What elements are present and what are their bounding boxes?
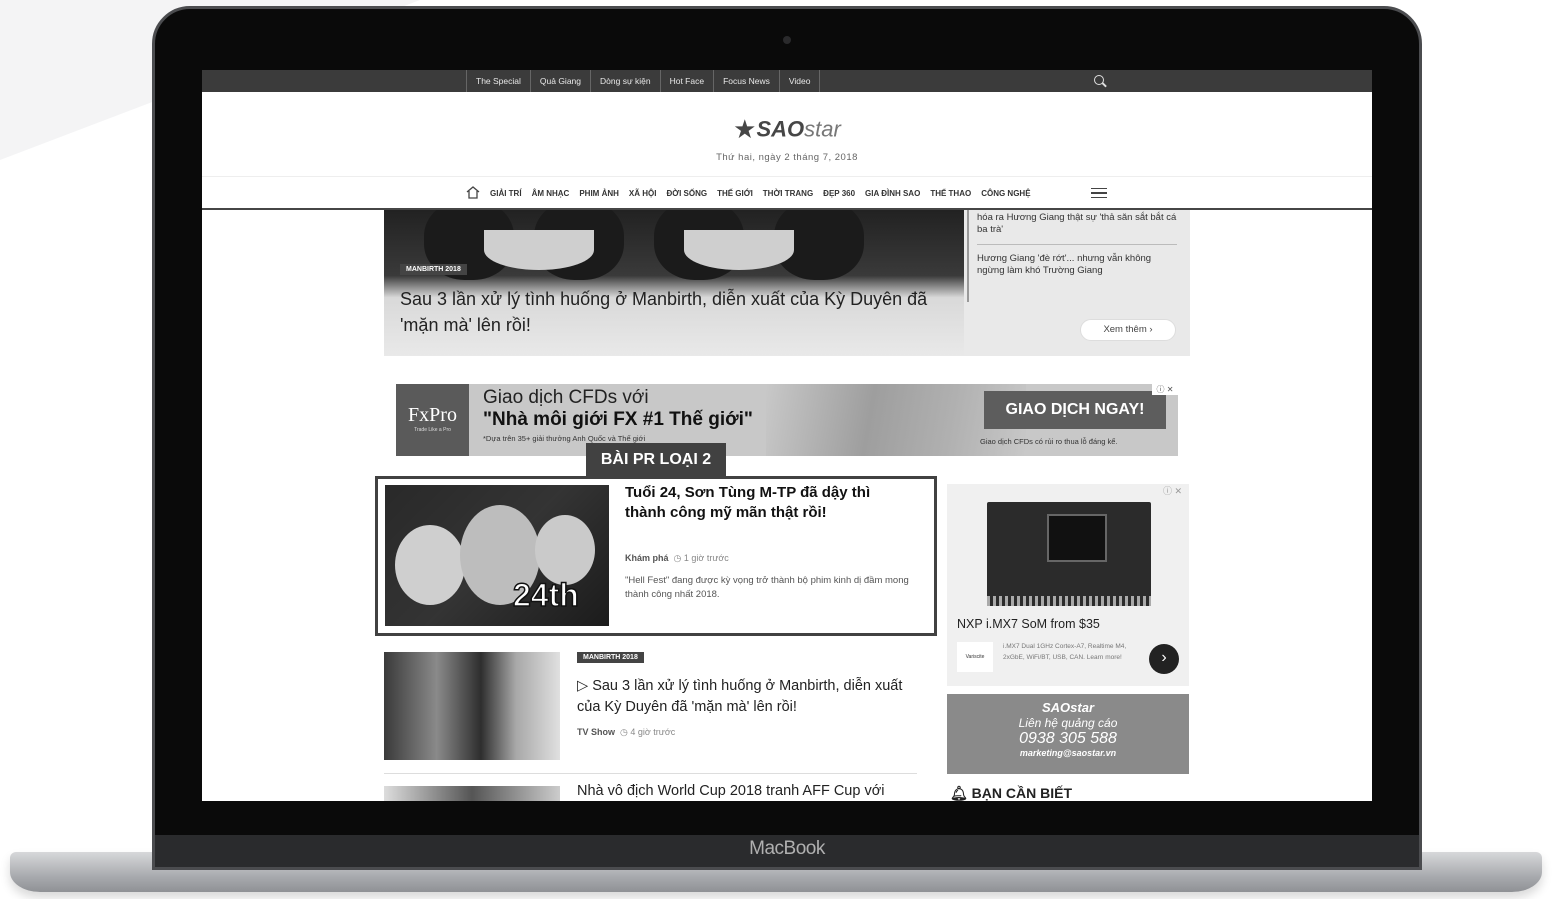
article-meta: TV Show ◷ 4 giờ trước	[577, 727, 675, 738]
logo-sao-text: SAO	[756, 116, 805, 142]
nav-cong-nghe[interactable]: CÔNG NGHỆ	[981, 189, 1030, 198]
topnav-hot-face[interactable]: Hot Face	[661, 70, 715, 92]
pr-type-label: BÀI PR LOẠI 2	[586, 443, 726, 477]
top-nav: The Special Quả Giang Dòng sự kiện Hot F…	[466, 70, 821, 92]
topnav-video[interactable]: Video	[780, 70, 821, 92]
logo-star-text: star	[804, 116, 841, 142]
nav-the-gioi[interactable]: THẾ GIỚI	[717, 189, 753, 198]
related-item[interactable]: hóa ra Hương Giang thật sự 'thả săn sắt …	[977, 212, 1177, 236]
ad-product-image	[987, 502, 1151, 606]
sidebar-ad-logo: Variscite	[957, 642, 993, 672]
current-date: Thứ hai, ngày 2 tháng 7, 2018	[716, 152, 858, 163]
advertising-contact-box[interactable]: SAOstar Liên hệ quảng cáo 0938 305 588 m…	[947, 694, 1189, 774]
article-category[interactable]: TV Show	[577, 727, 615, 737]
contact-phone: 0938 305 588	[1019, 730, 1117, 747]
chevron-right-icon[interactable]: ›	[1149, 644, 1179, 674]
see-more-button[interactable]: Xem thêm ›	[1080, 319, 1176, 341]
sidebar-ad-title[interactable]: NXP i.MX7 SoM from $35	[957, 617, 1100, 631]
article-time: 4 giờ trước	[630, 727, 676, 737]
nav-giai-tri[interactable]: GIẢI TRÍ	[490, 189, 522, 198]
topnav-focus-news[interactable]: Focus News	[714, 70, 780, 92]
star-icon: ★	[733, 114, 757, 144]
nav-doi-song[interactable]: ĐỜI SỐNG	[666, 189, 707, 198]
nav-am-nhac[interactable]: ÂM NHẠC	[532, 189, 570, 198]
nav-the-thao[interactable]: THỂ THAO	[930, 189, 971, 198]
chip-graphic	[1047, 514, 1107, 562]
top-bar: The Special Quả Giang Dòng sự kiện Hot F…	[202, 70, 1372, 92]
site-logo[interactable]: ★SAOstar	[202, 114, 1372, 145]
pins-graphic	[987, 596, 1151, 606]
article-image[interactable]	[384, 652, 560, 760]
search-icon[interactable]	[1094, 75, 1104, 85]
topnav-qua-giang[interactable]: Quả Giang	[531, 70, 592, 92]
bell-icon: 🔔︎	[950, 785, 972, 801]
pr-highlight-frame	[375, 476, 937, 636]
main-nav: GIẢI TRÍ ÂM NHẠC PHIM ẢNH XÃ HỘI ĐỜI SỐN…	[202, 176, 1372, 210]
divider	[384, 773, 917, 774]
clock-icon: ◷	[620, 727, 628, 737]
nav-thoi-trang[interactable]: THỜI TRANG	[763, 189, 813, 198]
ad-brand-logo: FxPro Trade Like a Pro	[396, 384, 469, 456]
main-nav-items: GIẢI TRÍ ÂM NHẠC PHIM ẢNH XÃ HỘI ĐỜI SỐN…	[490, 177, 1041, 209]
banner-ad[interactable]: FxPro Trade Like a Pro Giao dịch CFDs vớ…	[396, 384, 1178, 456]
hero-related-list: hóa ra Hương Giang thật sự 'thả săn sắt …	[967, 210, 1177, 302]
divider	[977, 244, 1177, 245]
ad-headline-bold: "Nhà môi giới FX #1 Thế giới"	[483, 409, 753, 430]
contact-email: marketing@saostar.vn	[1019, 748, 1117, 758]
menu-icon[interactable]	[1091, 188, 1107, 198]
article-title[interactable]: ▷ Sau 3 lần xử lý tình huống ở Manbirth,…	[577, 676, 917, 718]
contact-logo: SAOstar	[1041, 700, 1095, 715]
sidebar-ad[interactable]: ⓘ ✕ NXP i.MX7 SoM from $35 Variscite i.M…	[947, 484, 1189, 686]
hero-bowl	[684, 230, 794, 270]
ad-disclaimer: Giao dịch CFDs có rủi ro thua lỗ đáng kể…	[980, 437, 1118, 446]
ad-cta-button[interactable]: GIAO DỊCH NGAY!	[984, 391, 1166, 429]
ad-brand-tagline: Trade Like a Pro	[414, 427, 451, 433]
video-icon: ▷	[577, 678, 593, 694]
sidebar-heading: 🔔︎ BẠN CẦN BIẾT	[950, 785, 1072, 801]
nav-dep-360[interactable]: ĐẸP 360	[823, 189, 855, 198]
hero-article[interactable]: MANBIRTH 2018 Sau 3 lần xử lý tình huống…	[384, 210, 1190, 356]
article-image[interactable]	[384, 786, 560, 801]
ad-close-icon[interactable]: ⓘ ✕	[1152, 384, 1178, 395]
article-tag[interactable]: MANBIRTH 2018	[577, 652, 644, 663]
hero-title[interactable]: Sau 3 lần xử lý tình huống ở Manbirth, d…	[400, 286, 940, 338]
sidebar-heading-text: BẠN CẦN BIẾT	[971, 785, 1073, 801]
ad-headline: Giao dịch CFDs với	[483, 387, 649, 408]
hero-bowl	[484, 230, 594, 270]
ad-footnote: *Dựa trên 35+ giải thưởng Anh Quốc và Th…	[483, 434, 646, 443]
nav-phim-anh[interactable]: PHIM ẢNH	[579, 189, 619, 198]
camera-dot	[783, 36, 791, 44]
device-brand-label: MacBook	[749, 838, 825, 859]
ad-close-icon[interactable]: ⓘ ✕	[1163, 484, 1182, 497]
sidebar-ad-description: i.MX7 Dual 1GHz Cortex-A7, Realtime M4, …	[1003, 643, 1127, 661]
topnav-the-special[interactable]: The Special	[467, 70, 531, 92]
contact-label: Liên hệ quảng cáo	[1018, 716, 1118, 730]
nav-gia-dinh-sao[interactable]: GIA ĐÌNH SAO	[865, 189, 920, 198]
nav-xa-hoi[interactable]: XÃ HỘI	[629, 189, 657, 198]
article-title-text: Sau 3 lần xử lý tình huống ở Manbirth, d…	[577, 678, 903, 715]
browser-screen: The Special Quả Giang Dòng sự kiện Hot F…	[202, 70, 1372, 801]
topnav-dong-su-kien[interactable]: Dòng sự kiện	[591, 70, 661, 92]
ad-brand-name: FxPro	[408, 404, 457, 426]
home-icon[interactable]	[466, 186, 480, 199]
hero-tag[interactable]: MANBIRTH 2018	[400, 264, 467, 275]
article-title[interactable]: Nhà vô địch World Cup 2018 tranh AFF Cup…	[577, 783, 927, 799]
related-item[interactable]: Hương Giang 'đè rớt'... nhưng vẫn không …	[977, 253, 1177, 277]
